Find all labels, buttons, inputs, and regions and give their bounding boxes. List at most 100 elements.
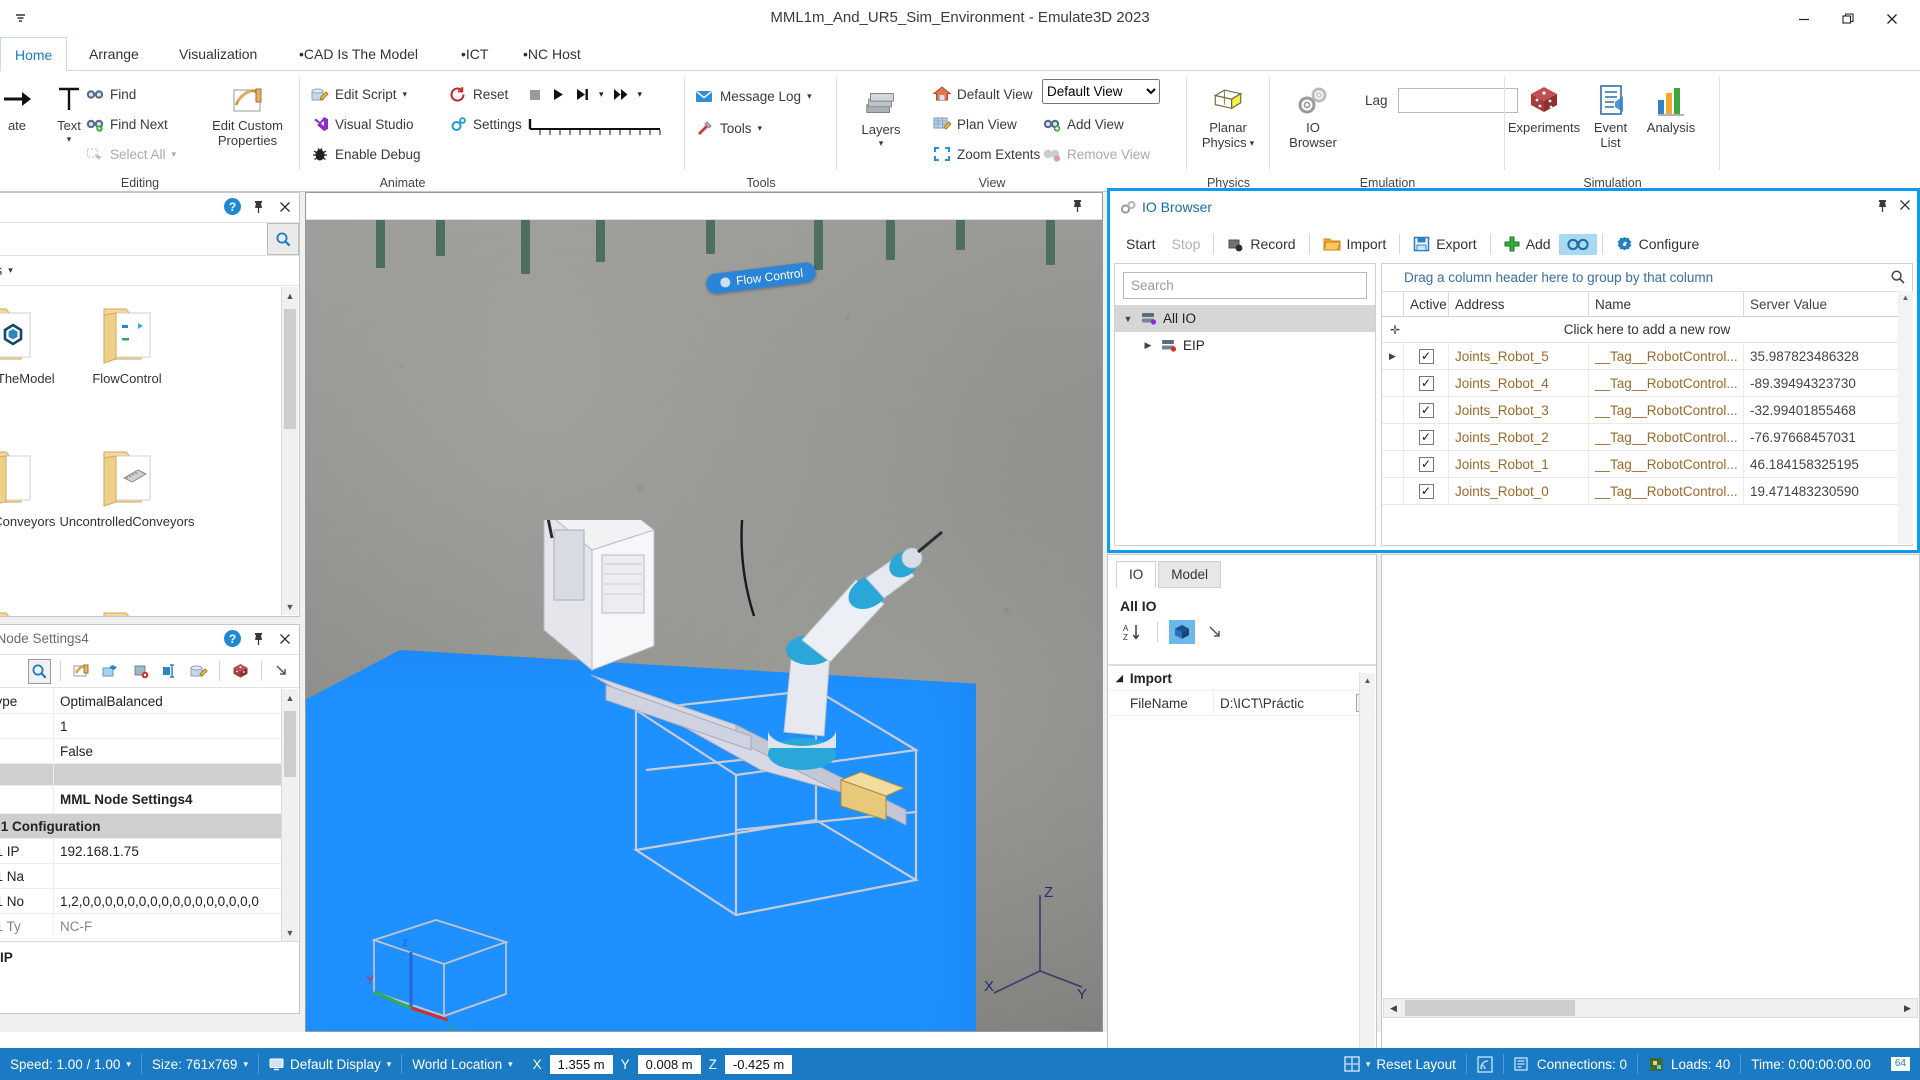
status-broadcast-button[interactable] — [1467, 1048, 1503, 1080]
properties-text-cursor-icon[interactable] — [158, 659, 181, 684]
status-size[interactable]: Size: 761x769 ▾ — [142, 1048, 258, 1080]
table-row[interactable]: ✓ Joints_Robot_1 __Tag__RobotControl... … — [1382, 451, 1912, 478]
io-import-button[interactable]: Import — [1315, 233, 1395, 255]
ribbon-message-log-button[interactable]: Message Log ▾ — [695, 83, 812, 109]
ribbon-tools-button[interactable]: Tools ▾ — [695, 115, 812, 141]
catalog-search-icon[interactable] — [267, 223, 299, 255]
select-all-caret-icon[interactable]: ▾ — [172, 149, 177, 160]
tab-visualization[interactable]: Visualization — [165, 37, 271, 71]
ribbon-edit-script-button[interactable]: Edit Script ▾ — [310, 81, 421, 107]
expand-triangle-icon[interactable]: ▼ — [1121, 314, 1135, 324]
scroll-left-icon[interactable]: ◀ — [1384, 1003, 1403, 1014]
checkbox[interactable]: ✓ — [1418, 456, 1434, 472]
properties-collapse-icon[interactable] — [271, 659, 294, 684]
checkbox[interactable]: ✓ — [1418, 348, 1434, 364]
view-dropdown[interactable]: Default View — [1042, 79, 1160, 104]
scrollbar-thumb[interactable] — [284, 309, 296, 429]
horizontal-scrollbar[interactable]: ◀ ▶ — [1383, 998, 1918, 1018]
properties-cube-icon[interactable] — [129, 659, 152, 684]
properties-search-input[interactable] — [0, 663, 22, 679]
catalog-search-row[interactable] — [0, 223, 299, 256]
status-loads[interactable]: Loads: 40 — [1638, 1048, 1740, 1080]
property-value[interactable] — [54, 864, 281, 888]
layers-caret-icon[interactable]: ▾ — [879, 138, 884, 148]
properties-pin-icon[interactable] — [250, 630, 267, 647]
io-grid-search-icon[interactable] — [1890, 269, 1906, 285]
tab-cad-is-the-model[interactable]: •CAD Is The Model — [285, 37, 432, 71]
property-row[interactable]: Scene False — [0, 739, 281, 764]
ribbon-analysis-button[interactable]: Analysis — [1640, 81, 1702, 136]
status-location-mode[interactable]: World Location ▾ — [402, 1048, 522, 1080]
io-grid-col-name[interactable]: Name — [1589, 292, 1744, 316]
row-active-checkbox[interactable]: ✓ — [1404, 343, 1449, 369]
property-row[interactable]: ntroller 01 No 1,2,0,0,0,0,0,0,0,0,0,0,0… — [0, 889, 281, 914]
checkbox[interactable]: ✓ — [1418, 483, 1434, 499]
tools-caret-icon[interactable]: ▾ — [758, 123, 763, 134]
ribbon-remove-view-button[interactable]: Remove View — [1042, 141, 1160, 167]
animate-step-caret-icon[interactable]: ▾ — [599, 89, 604, 100]
status-connections[interactable]: Connections: 0 — [1504, 1048, 1637, 1080]
lag-input[interactable] — [1397, 88, 1518, 113]
close-button[interactable] — [1870, 4, 1914, 34]
tab-arrange[interactable]: Arrange — [75, 37, 153, 71]
properties-close-icon[interactable] — [276, 630, 293, 647]
io-grid-col-server-value[interactable]: Server Value — [1744, 292, 1912, 316]
property-value[interactable]: 1 — [54, 714, 281, 738]
catalog-pin-icon[interactable] — [250, 198, 267, 215]
scroll-up-icon[interactable]: ▲ — [1360, 673, 1375, 688]
animate-timeline-slider[interactable] — [528, 117, 663, 141]
properties-scrollbar[interactable]: ▲ ▼ — [281, 689, 298, 941]
chevron-down-icon[interactable]: ▾ — [8, 265, 13, 276]
ribbon-find-next-button[interactable]: Find Next — [85, 111, 176, 137]
3d-viewport[interactable]: Flow Control z Y X Z X Y — [305, 192, 1103, 1032]
io-record-button[interactable]: Record — [1219, 233, 1303, 255]
status-display[interactable]: Default Display ▾ — [259, 1048, 401, 1080]
io-start-button[interactable]: Start — [1118, 233, 1164, 255]
io-browser-close-icon[interactable] — [1899, 199, 1911, 214]
property-row[interactable]: ntroller 01 Na — [0, 864, 281, 889]
scroll-down-icon[interactable]: ▼ — [282, 924, 298, 941]
row-expander-icon[interactable] — [1382, 424, 1404, 450]
catalog-close-icon[interactable] — [276, 198, 293, 215]
properties-edit-icon[interactable] — [70, 659, 93, 684]
table-row[interactable]: ✓ Joints_Robot_3 __Tag__RobotControl... … — [1382, 397, 1912, 424]
viewport-pin-icon[interactable] — [1071, 199, 1084, 214]
property-row[interactable]: ntroller 01 IP 192.168.1.75 — [0, 839, 281, 864]
chevron-down-icon[interactable]: ▾ — [243, 1059, 248, 1070]
ribbon-io-browser-button[interactable]: IO Browser — [1274, 81, 1352, 151]
row-expander-icon[interactable] — [1382, 451, 1404, 477]
scrollbar-thumb[interactable] — [1405, 1000, 1575, 1016]
io-detail-row[interactable]: FileName D:\ICT\Práctic ··· — [1108, 691, 1376, 716]
table-row[interactable]: ▶ ✓ Joints_Robot_5 __Tag__RobotControl..… — [1382, 343, 1912, 370]
property-value[interactable]: 1,2,0,0,0,0,0,0,0,0,0,0,0,0,0,0,0,0 — [54, 889, 281, 913]
minimize-button[interactable] — [1782, 4, 1826, 34]
checkbox[interactable]: ✓ — [1418, 429, 1434, 445]
row-active-checkbox[interactable]: ✓ — [1404, 424, 1449, 450]
chevron-down-icon[interactable]: ▾ — [508, 1059, 513, 1070]
io-configure-button[interactable]: Configure — [1608, 233, 1708, 256]
io-grid-col-address[interactable]: Address — [1449, 292, 1589, 316]
chevron-down-icon[interactable]: ▾ — [1366, 1059, 1371, 1070]
expand-icon[interactable] — [1203, 620, 1229, 644]
tab-home[interactable]: Home — [0, 37, 68, 72]
catalog-scrollbar[interactable]: ▲ ▼ — [281, 287, 298, 615]
io-export-button[interactable]: Export — [1405, 233, 1484, 255]
scroll-up-icon[interactable]: ▲ — [282, 287, 298, 304]
status-speed[interactable]: Speed: 1.00 / 1.00 ▾ — [0, 1048, 141, 1080]
properties-search-icon[interactable] — [28, 658, 52, 684]
animate-stop-button[interactable] — [528, 88, 542, 102]
catalog-item-partial-2[interactable] — [67, 583, 187, 616]
io-tree-node-all-io[interactable]: ▼ All IO — [1115, 305, 1375, 332]
animate-fast-forward-button[interactable] — [613, 87, 629, 102]
catalog-search-input[interactable] — [0, 223, 267, 255]
scroll-up-icon[interactable]: ▲ — [282, 689, 298, 706]
property-value[interactable]: False — [54, 739, 281, 763]
ribbon-select-all-button[interactable]: Select All ▾ — [85, 141, 176, 167]
io-grid-col-active[interactable]: Active — [1404, 292, 1449, 316]
status-y-value[interactable]: 0.008 m — [637, 1054, 701, 1074]
ribbon-plan-view-button[interactable]: Plan View — [932, 111, 1040, 137]
property-value[interactable]: NC-F — [54, 914, 281, 938]
catalog-item-partial-1[interactable] — [0, 583, 67, 616]
animate-step-button[interactable] — [575, 87, 590, 102]
ribbon-add-view-button[interactable]: Add View — [1042, 111, 1160, 137]
